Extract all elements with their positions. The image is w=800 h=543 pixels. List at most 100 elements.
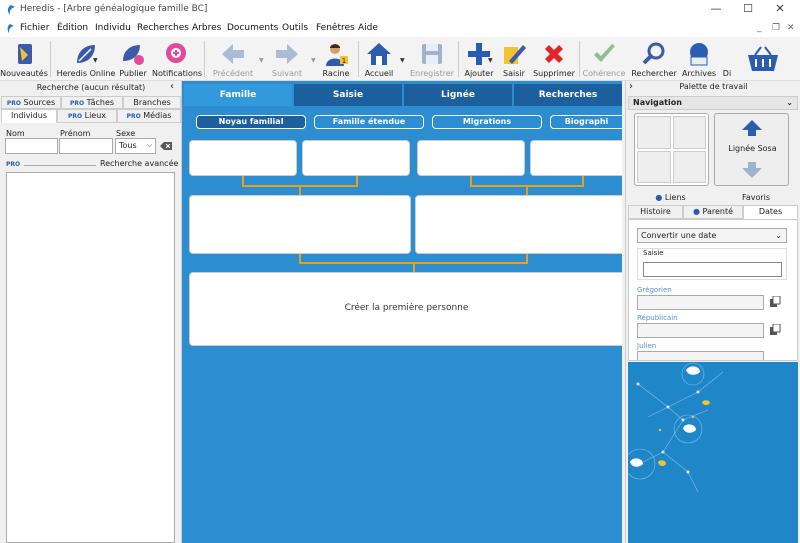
chevron-left-icon[interactable]: ‹ [170, 81, 174, 92]
tab-recherches[interactable]: Recherches [514, 84, 622, 106]
tab-branches[interactable]: Branches [123, 96, 181, 109]
saisie-input[interactable] [643, 262, 782, 277]
menu-fichier[interactable]: Fichier [20, 23, 49, 33]
subtab-famille-etendue[interactable]: Famille étendue [314, 115, 424, 129]
copy-icon[interactable] [769, 324, 781, 336]
clear-icon[interactable] [160, 142, 172, 150]
menu-documents[interactable]: Documents [227, 23, 278, 33]
tab-saisie[interactable]: Saisie [294, 84, 402, 106]
tab-taches[interactable]: PRO Tâches [61, 96, 123, 109]
tab-histoire[interactable]: Histoire [628, 205, 683, 219]
mdi-close-button[interactable]: ✕ [787, 23, 795, 33]
saisir-button[interactable]: Saisir [498, 37, 530, 81]
copy-icon[interactable] [769, 296, 781, 308]
convert-date-select[interactable]: Convertir une date ⌄ [637, 228, 787, 243]
father-card[interactable] [189, 195, 411, 254]
tab-sources[interactable]: PRO Sources [1, 96, 61, 109]
julien-input[interactable] [637, 351, 764, 360]
ajouter-dropdown-icon[interactable]: ▼ [488, 57, 493, 64]
subtab-biographie[interactable]: Biographi [550, 115, 622, 129]
search-panel: Recherche (aucun résultat) ‹ PRO Sources… [0, 81, 182, 543]
create-person-card[interactable]: Créer la première personne [189, 272, 622, 346]
menu-fenetres[interactable]: Fenêtres [316, 23, 355, 33]
mother-card[interactable] [415, 195, 622, 254]
suivant-dropdown-icon[interactable]: ▼ [311, 57, 316, 64]
decorative-tree-illustration [628, 362, 798, 543]
accueil-dropdown-icon[interactable]: ▼ [400, 57, 405, 64]
toolbar-separator [458, 41, 459, 77]
tab-lignee[interactable]: Lignée [404, 84, 512, 106]
basket-icon[interactable] [746, 45, 780, 73]
close-button[interactable]: ✕ [766, 2, 794, 18]
tab-dates[interactable]: Dates [743, 205, 798, 219]
archives-button[interactable]: Archives [680, 37, 718, 81]
sexe-select[interactable]: Tous ⌵ [115, 138, 156, 154]
subtab-noyau-familial[interactable]: Noyau familial [196, 115, 306, 129]
prenom-input[interactable] [59, 138, 113, 154]
online-dropdown-icon[interactable]: ▼ [93, 57, 98, 64]
racine-button[interactable]: 1 Racine [318, 37, 354, 81]
grandparent-card[interactable] [530, 140, 622, 176]
menu-recherches[interactable]: Recherches [137, 23, 189, 33]
di-button[interactable]: Di [719, 37, 735, 81]
arrow-right-icon [276, 44, 298, 64]
menu-individu[interactable]: Individu [95, 23, 131, 33]
grandparent-card[interactable] [189, 140, 297, 176]
enregistrer-button[interactable]: Enregistrer [408, 37, 456, 81]
supprimer-button[interactable]: Supprimer [532, 37, 576, 81]
republicain-input[interactable] [637, 323, 764, 338]
lignee-sosa-button[interactable]: Lignée Sosa [714, 113, 789, 186]
results-list[interactable] [6, 172, 175, 543]
news-icon [18, 44, 32, 64]
app-menu-icon[interactable] [5, 23, 15, 34]
grandparent-card[interactable] [302, 140, 410, 176]
navigation-header[interactable]: Navigation ⌄ [628, 96, 798, 110]
coherence-button[interactable]: Cohérence [582, 37, 626, 81]
mdi-restore-button[interactable]: ❐ [772, 23, 780, 33]
tab-parente[interactable]: ● Parenté [683, 205, 743, 219]
arrow-down-icon [742, 162, 762, 178]
tab-medias[interactable]: PRO Médias [117, 109, 181, 123]
tab-liens[interactable]: ● Liens [628, 191, 713, 204]
prenom-label: Prénom [60, 129, 91, 138]
menu-arbres[interactable]: Arbres [192, 23, 221, 33]
maximize-button[interactable]: ☐ [734, 2, 762, 18]
tab-individus[interactable]: Individus [1, 109, 57, 123]
title-bar: Heredis - [Arbre généalogique famille BC… [0, 0, 800, 20]
suivant-button[interactable]: Suivant [266, 37, 308, 81]
menu-edition[interactable]: Édition [57, 23, 88, 33]
tab-favoris[interactable]: Favoris [714, 191, 798, 204]
nom-input[interactable] [5, 138, 58, 154]
check-icon [594, 44, 615, 62]
rechercher-button[interactable]: Rechercher [630, 37, 678, 81]
heredis-logo-icon [7, 5, 15, 15]
nav-cell[interactable] [637, 116, 671, 149]
dot-icon: ● [655, 193, 663, 202]
menu-outils[interactable]: Outils [282, 23, 308, 33]
tab-lieux[interactable]: PRO Lieux [57, 109, 117, 123]
toolbar-separator [579, 41, 580, 77]
navigation-grid[interactable] [634, 113, 709, 186]
grandparent-card[interactable] [417, 140, 525, 176]
gregorien-input[interactable] [637, 295, 764, 310]
notifications-button[interactable]: Notifications [152, 37, 202, 81]
precedent-button[interactable]: Précédent [208, 37, 258, 81]
mdi-minimize-button[interactable]: _ [757, 23, 762, 33]
accueil-button[interactable]: Accueil [362, 37, 396, 81]
publier-button[interactable]: Publier [116, 37, 150, 81]
tab-famille[interactable]: Famille [184, 84, 292, 106]
nouveautes-button[interactable]: Nouveautés [0, 37, 48, 81]
menu-aide[interactable]: Aide [358, 23, 378, 33]
toolbar: Nouveautés Heredis Online ▼ Publier Noti… [0, 37, 800, 81]
nav-cell[interactable] [673, 151, 706, 183]
subtab-migrations[interactable]: Migrations [432, 115, 542, 129]
advanced-search-link[interactable]: Recherche avancée [100, 159, 178, 168]
tree-connector [413, 262, 415, 272]
heredis-online-button[interactable]: Heredis Online [56, 37, 116, 81]
minimize-button[interactable]: — [702, 2, 730, 18]
edit-icon [504, 45, 526, 64]
toolbar-separator [50, 41, 51, 77]
nav-cell[interactable] [637, 151, 671, 183]
nav-cell[interactable] [673, 116, 706, 149]
precedent-dropdown-icon[interactable]: ▼ [259, 57, 264, 64]
